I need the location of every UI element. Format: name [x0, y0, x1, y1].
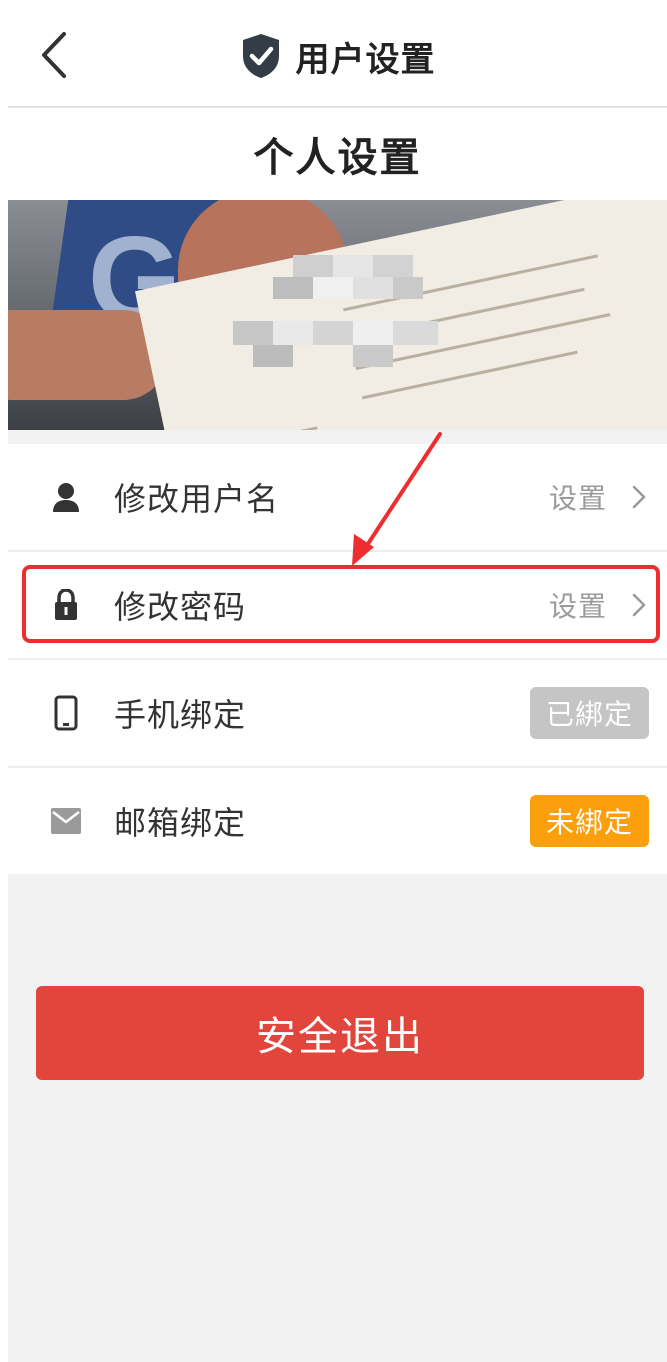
status-badge-unbound: 未綁定 [529, 795, 649, 847]
settings-row-action: 设置 [548, 482, 607, 515]
section-header: 个人设置 [8, 108, 667, 200]
settings-row-email[interactable]: 邮箱绑定 未綁定 [8, 768, 667, 874]
lock-icon [48, 587, 84, 623]
mail-icon [48, 803, 84, 839]
avatar-blurred [233, 255, 443, 375]
settings-screen: 用户设置 个人设置 GA [8, 0, 667, 1362]
settings-row-label: 修改密码 [114, 588, 247, 626]
settings-row-label: 邮箱绑定 [114, 804, 247, 842]
settings-list: 修改用户名 设置 修改密码 设置 手机绑定 已綁定 邮箱绑定 未綁定 [8, 444, 667, 874]
section-title: 个人设置 [253, 135, 422, 181]
chevron-right-icon [632, 485, 646, 509]
status-badge-bound: 已綁定 [529, 687, 649, 739]
phone-icon [48, 695, 84, 731]
settings-row-action: 设置 [548, 590, 607, 623]
settings-row-username[interactable]: 修改用户名 设置 [8, 444, 667, 552]
chevron-right-icon [632, 593, 646, 617]
logout-button[interactable]: 安全退出 [36, 986, 644, 1080]
user-icon [48, 479, 84, 515]
nav-title-group: 用户设置 [8, 28, 667, 84]
settings-row-phone[interactable]: 手机绑定 已綁定 [8, 660, 667, 768]
settings-row-label: 修改用户名 [114, 480, 280, 518]
settings-row-password[interactable]: 修改密码 设置 [8, 552, 667, 660]
nav-bar: 用户设置 [8, 0, 667, 108]
page-title: 用户设置 [295, 39, 436, 80]
profile-banner-image: GA [8, 200, 667, 430]
shield-check-icon [242, 34, 279, 78]
logout-button-label: 安全退出 [256, 1014, 424, 1060]
settings-row-label: 手机绑定 [114, 696, 247, 734]
